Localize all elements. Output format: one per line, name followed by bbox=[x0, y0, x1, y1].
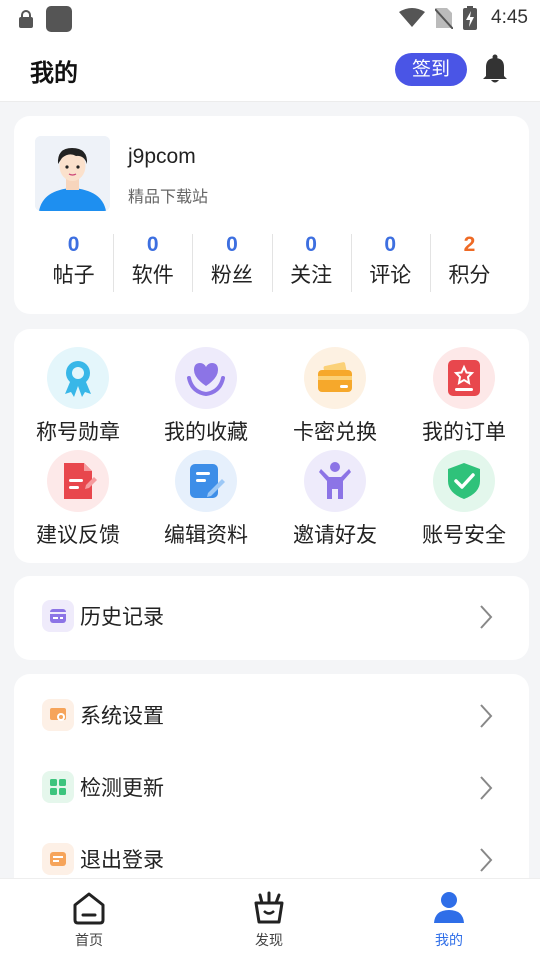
wifi-icon bbox=[399, 8, 426, 27]
profile-card: j9pcom 精品下载站 0 帖子 0 软件 0 粉丝 0 关注 0 评论 2 … bbox=[14, 116, 529, 314]
grid-item-favorites[interactable]: 我的收藏 bbox=[142, 347, 270, 446]
grid-item-label: 编辑资料 bbox=[164, 523, 248, 547]
history-icon bbox=[42, 600, 74, 632]
grid-item-label: 账号安全 bbox=[422, 523, 506, 547]
grid-item-account-security[interactable]: 账号安全 bbox=[400, 450, 528, 549]
edit-icon bbox=[175, 450, 237, 512]
status-bar: 4:45 bbox=[0, 0, 540, 36]
grid-item-label: 建议反馈 bbox=[36, 523, 120, 547]
grid-item-orders[interactable]: 我的订单 bbox=[400, 347, 528, 446]
shield-icon bbox=[433, 450, 495, 512]
invite-icon bbox=[304, 450, 366, 512]
tab-discover[interactable]: 发现 bbox=[224, 891, 314, 950]
stat-software[interactable]: 0 软件 bbox=[113, 232, 192, 296]
history-card: 历史记录 bbox=[14, 576, 529, 660]
check-update-row[interactable]: 检测更新 bbox=[14, 759, 529, 819]
profile-icon bbox=[434, 892, 464, 923]
battery-charging-icon bbox=[463, 6, 478, 30]
stat-label: 帖子 bbox=[52, 263, 95, 287]
avatar[interactable] bbox=[35, 136, 110, 211]
logout-icon bbox=[42, 843, 74, 875]
home-icon bbox=[73, 892, 105, 925]
stat-posts[interactable]: 0 帖子 bbox=[34, 232, 113, 296]
chevron-right-icon bbox=[480, 605, 493, 629]
chevron-right-icon bbox=[480, 704, 493, 728]
stat-label: 粉丝 bbox=[210, 263, 253, 287]
stats-row: 0 帖子 0 软件 0 粉丝 0 关注 0 评论 2 积分 bbox=[34, 232, 509, 296]
row-label: 系统设置 bbox=[80, 704, 164, 728]
chevron-right-icon bbox=[480, 776, 493, 800]
stat-label: 积分 bbox=[448, 263, 491, 287]
grid-item-invite[interactable]: 邀请好友 bbox=[271, 450, 399, 549]
discover-icon bbox=[254, 891, 284, 924]
feedback-icon bbox=[47, 450, 109, 512]
app-notification-icon bbox=[46, 6, 72, 32]
no-sim-icon bbox=[435, 8, 454, 29]
tab-label: 我的 bbox=[435, 933, 463, 949]
order-icon bbox=[433, 347, 495, 409]
clock: 4:45 bbox=[491, 7, 528, 28]
grid-item-edit-profile[interactable]: 编辑资料 bbox=[142, 450, 270, 549]
avatar-illustration bbox=[35, 136, 110, 211]
settings-icon bbox=[42, 699, 74, 731]
stat-value: 0 bbox=[384, 233, 397, 256]
settings-card: 系统设置 检测更新 退出登录 bbox=[14, 674, 529, 894]
grid-item-label: 卡密兑换 bbox=[293, 420, 377, 444]
stat-value: 0 bbox=[305, 233, 317, 256]
tab-label: 首页 bbox=[75, 933, 103, 949]
card-icon bbox=[304, 347, 366, 409]
update-icon bbox=[42, 771, 74, 803]
app-header: 我的 签到 bbox=[0, 36, 540, 102]
user-subtitle: 精品下载站 bbox=[128, 187, 209, 206]
history-row[interactable]: 历史记录 bbox=[14, 588, 529, 648]
chevron-right-icon bbox=[480, 848, 493, 872]
stat-following[interactable]: 0 关注 bbox=[271, 232, 351, 296]
heart-hands-icon bbox=[175, 347, 237, 409]
lock-icon bbox=[18, 10, 34, 28]
bell-icon[interactable] bbox=[481, 54, 509, 84]
checkin-button[interactable]: 签到 bbox=[395, 53, 467, 86]
stat-value: 0 bbox=[67, 233, 80, 256]
system-settings-row[interactable]: 系统设置 bbox=[14, 687, 529, 747]
stat-label: 关注 bbox=[290, 263, 333, 287]
grid-item-label: 邀请好友 bbox=[293, 523, 377, 547]
grid-item-card-redeem[interactable]: 卡密兑换 bbox=[271, 347, 399, 446]
tab-label: 发现 bbox=[255, 933, 283, 949]
stat-fans[interactable]: 0 粉丝 bbox=[192, 232, 271, 296]
stat-label: 评论 bbox=[369, 263, 412, 287]
page-title: 我的 bbox=[30, 59, 78, 87]
tab-home[interactable]: 首页 bbox=[44, 891, 134, 950]
stat-value: 0 bbox=[226, 233, 238, 256]
stat-label: 软件 bbox=[131, 263, 174, 287]
tab-profile[interactable]: 我的 bbox=[404, 891, 494, 950]
medal-icon bbox=[47, 347, 109, 409]
grid-item-label: 称号勋章 bbox=[36, 420, 120, 444]
row-label: 检测更新 bbox=[80, 776, 164, 800]
grid-item-label: 我的收藏 bbox=[164, 420, 248, 444]
username: j9pcom bbox=[128, 145, 196, 168]
feature-grid: 称号勋章 我的收藏 卡密兑换 我的订单 建议反馈 编辑资料 邀请好友 账号安全 bbox=[14, 329, 529, 563]
grid-item-label: 我的订单 bbox=[422, 420, 506, 444]
stat-value: 0 bbox=[146, 233, 159, 256]
row-label: 退出登录 bbox=[80, 848, 164, 872]
grid-item-feedback[interactable]: 建议反馈 bbox=[14, 450, 142, 549]
stat-comments[interactable]: 0 评论 bbox=[350, 232, 430, 296]
grid-item-medals[interactable]: 称号勋章 bbox=[14, 347, 142, 446]
history-label: 历史记录 bbox=[80, 605, 164, 629]
stat-points[interactable]: 2 积分 bbox=[429, 232, 509, 296]
bottom-tab-bar: 首页 发现 我的 bbox=[0, 878, 540, 960]
stat-value: 2 bbox=[463, 233, 476, 256]
